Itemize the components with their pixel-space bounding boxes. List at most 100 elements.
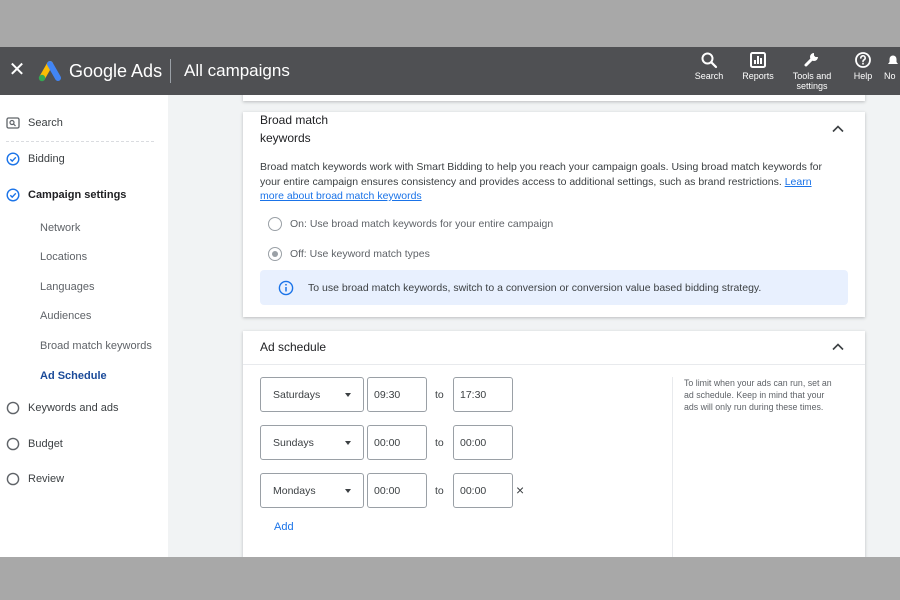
radio-button[interactable] bbox=[268, 217, 282, 231]
end-time-value: 17:30 bbox=[460, 389, 487, 401]
brand-name: Google Ads bbox=[69, 61, 163, 81]
learn-more-link[interactable]: Learn bbox=[785, 176, 812, 188]
dropdown-arrow-icon bbox=[345, 489, 351, 493]
ad-schedule-title: Ad schedule bbox=[260, 340, 327, 354]
reports-tool-label: Reports bbox=[742, 71, 774, 81]
learn-more-link-continued[interactable]: more about broad match keywords bbox=[260, 190, 422, 202]
search-icon bbox=[701, 52, 718, 69]
nav-item-label: Review bbox=[28, 473, 65, 485]
to-label: to bbox=[435, 485, 444, 497]
end-time-value: 00:00 bbox=[460, 437, 487, 449]
help-line1: To limit when your ads can run, set an bbox=[684, 378, 832, 388]
search-tool-button[interactable]: Search bbox=[694, 51, 724, 81]
nav-item-search[interactable]: Search bbox=[0, 112, 168, 134]
nav-item-campaign-settings[interactable]: Campaign settings bbox=[0, 184, 168, 206]
broad-match-desc-line1: Broad match keywords work with Smart Bid… bbox=[260, 161, 823, 173]
add-schedule-button[interactable]: Add bbox=[274, 520, 294, 534]
start-time-value: 00:00 bbox=[374, 485, 401, 497]
info-banner: To use broad match keywords, switch to a… bbox=[260, 270, 848, 305]
radio-label: Off: Use keyword match types bbox=[290, 248, 430, 260]
help-line3: ads will only run during these times. bbox=[684, 402, 824, 412]
help-tool-label: Help bbox=[853, 71, 873, 81]
dropdown-arrow-icon bbox=[345, 393, 351, 397]
nav-item-label: Search bbox=[28, 117, 63, 129]
check-circle-icon bbox=[6, 188, 20, 202]
radio-broad-match-off[interactable]: Off: Use keyword match types bbox=[268, 246, 668, 262]
reports-tool-button[interactable]: Reports bbox=[740, 51, 776, 81]
end-time-value: 00:00 bbox=[460, 485, 487, 497]
nav-sub-ad-schedule[interactable]: Ad Schedule bbox=[40, 366, 107, 386]
info-icon bbox=[278, 280, 294, 296]
ad-schedule-help: To limit when your ads can run, set an a… bbox=[684, 377, 859, 413]
nav-item-budget[interactable]: Budget bbox=[0, 433, 168, 455]
nav-item-label: Budget bbox=[28, 438, 63, 450]
start-time-field[interactable]: 00:00 bbox=[367, 473, 427, 508]
nav-item-review[interactable]: Review bbox=[0, 468, 168, 490]
nav-sub-broad-match-keywords[interactable]: Broad match keywords bbox=[40, 336, 152, 356]
help-icon bbox=[855, 52, 871, 68]
day-select-value: Sundays bbox=[273, 437, 314, 449]
start-time-field[interactable]: 00:00 bbox=[367, 425, 427, 460]
search-tool-label: Search bbox=[694, 71, 724, 81]
broad-match-title-line2: keywords bbox=[260, 131, 311, 145]
to-label: to bbox=[435, 437, 444, 449]
start-time-field[interactable]: 09:30 bbox=[367, 377, 427, 412]
end-time-field[interactable]: 00:00 bbox=[453, 425, 513, 460]
page-title: All campaigns bbox=[184, 61, 290, 80]
tools-settings-label-line1: Tools and bbox=[792, 71, 832, 81]
notifications-tool-button[interactable]: No bbox=[884, 51, 900, 81]
nav-sub-audiences[interactable]: Audiences bbox=[40, 306, 91, 326]
broad-match-title-line1: Broad match bbox=[260, 113, 329, 127]
tools-settings-button[interactable]: Tools and settings bbox=[790, 51, 834, 91]
empty-circle-icon bbox=[6, 472, 20, 486]
campaign-steps-sidebar: Search Bidding Campaign settings Network… bbox=[0, 95, 168, 557]
day-select-value: Saturdays bbox=[273, 389, 321, 401]
nav-item-bidding[interactable]: Bidding bbox=[0, 148, 168, 170]
chevron-up-icon[interactable] bbox=[830, 121, 846, 137]
ad-schedule-card: Ad schedule Saturdays 09:30 to 17:30 Sun… bbox=[243, 331, 865, 557]
help-line2: ad schedule. Keep in mind that your bbox=[684, 390, 825, 400]
day-select-value: Mondays bbox=[273, 485, 316, 497]
broad-match-desc-line2: your entire campaign ensures consistency… bbox=[260, 175, 782, 188]
nav-item-label: Bidding bbox=[28, 153, 65, 165]
card-header-divider bbox=[243, 364, 865, 365]
end-time-field[interactable]: 00:00 bbox=[453, 473, 513, 508]
broad-match-desc-line3-wrap: more about broad match keywords bbox=[260, 189, 850, 204]
notifications-tool-label: No bbox=[884, 71, 896, 81]
remove-row-button[interactable]: × bbox=[516, 483, 524, 497]
nav-sub-locations[interactable]: Locations bbox=[40, 247, 87, 267]
bell-icon bbox=[888, 55, 898, 64]
broad-match-keywords-card: Broad match keywords Broad match keyword… bbox=[243, 112, 865, 317]
close-icon[interactable]: ✕ bbox=[8, 59, 26, 81]
end-time-field[interactable]: 17:30 bbox=[453, 377, 513, 412]
radio-button[interactable] bbox=[268, 247, 282, 261]
google-ads-logo bbox=[38, 61, 61, 82]
day-select-sundays[interactable]: Sundays bbox=[260, 425, 364, 460]
nav-divider bbox=[6, 141, 154, 142]
start-time-value: 09:30 bbox=[374, 389, 401, 401]
tools-settings-label-line2: settings bbox=[796, 81, 828, 91]
reports-icon bbox=[750, 52, 766, 68]
broad-match-description: Broad match keywords work with Smart Bid… bbox=[260, 160, 850, 204]
help-tool-button[interactable]: Help bbox=[850, 51, 876, 81]
radio-broad-match-on[interactable]: On: Use broad match keywords for your en… bbox=[268, 216, 668, 232]
nav-item-label: Keywords and ads bbox=[28, 402, 119, 414]
to-label: to bbox=[435, 389, 444, 401]
day-select-mondays[interactable]: Mondays bbox=[260, 473, 364, 508]
dropdown-arrow-icon bbox=[345, 441, 351, 445]
top-app-bar: ✕ Google Ads All campaigns Search Report… bbox=[0, 47, 900, 95]
nav-item-label: Campaign settings bbox=[28, 189, 127, 201]
search-box-icon bbox=[6, 117, 20, 129]
check-circle-icon bbox=[6, 152, 20, 166]
nav-item-keywords-and-ads[interactable]: Keywords and ads bbox=[0, 397, 168, 419]
previous-settings-card bbox=[243, 95, 865, 101]
day-select-saturdays[interactable]: Saturdays bbox=[260, 377, 364, 412]
nav-sub-network[interactable]: Network bbox=[40, 218, 80, 238]
wrench-icon bbox=[804, 53, 818, 67]
empty-circle-icon bbox=[6, 437, 20, 451]
help-column-divider bbox=[672, 377, 673, 557]
chevron-up-icon[interactable] bbox=[830, 339, 846, 355]
radio-label: On: Use broad match keywords for your en… bbox=[290, 218, 554, 230]
nav-sub-languages[interactable]: Languages bbox=[40, 277, 94, 297]
start-time-value: 00:00 bbox=[374, 437, 401, 449]
